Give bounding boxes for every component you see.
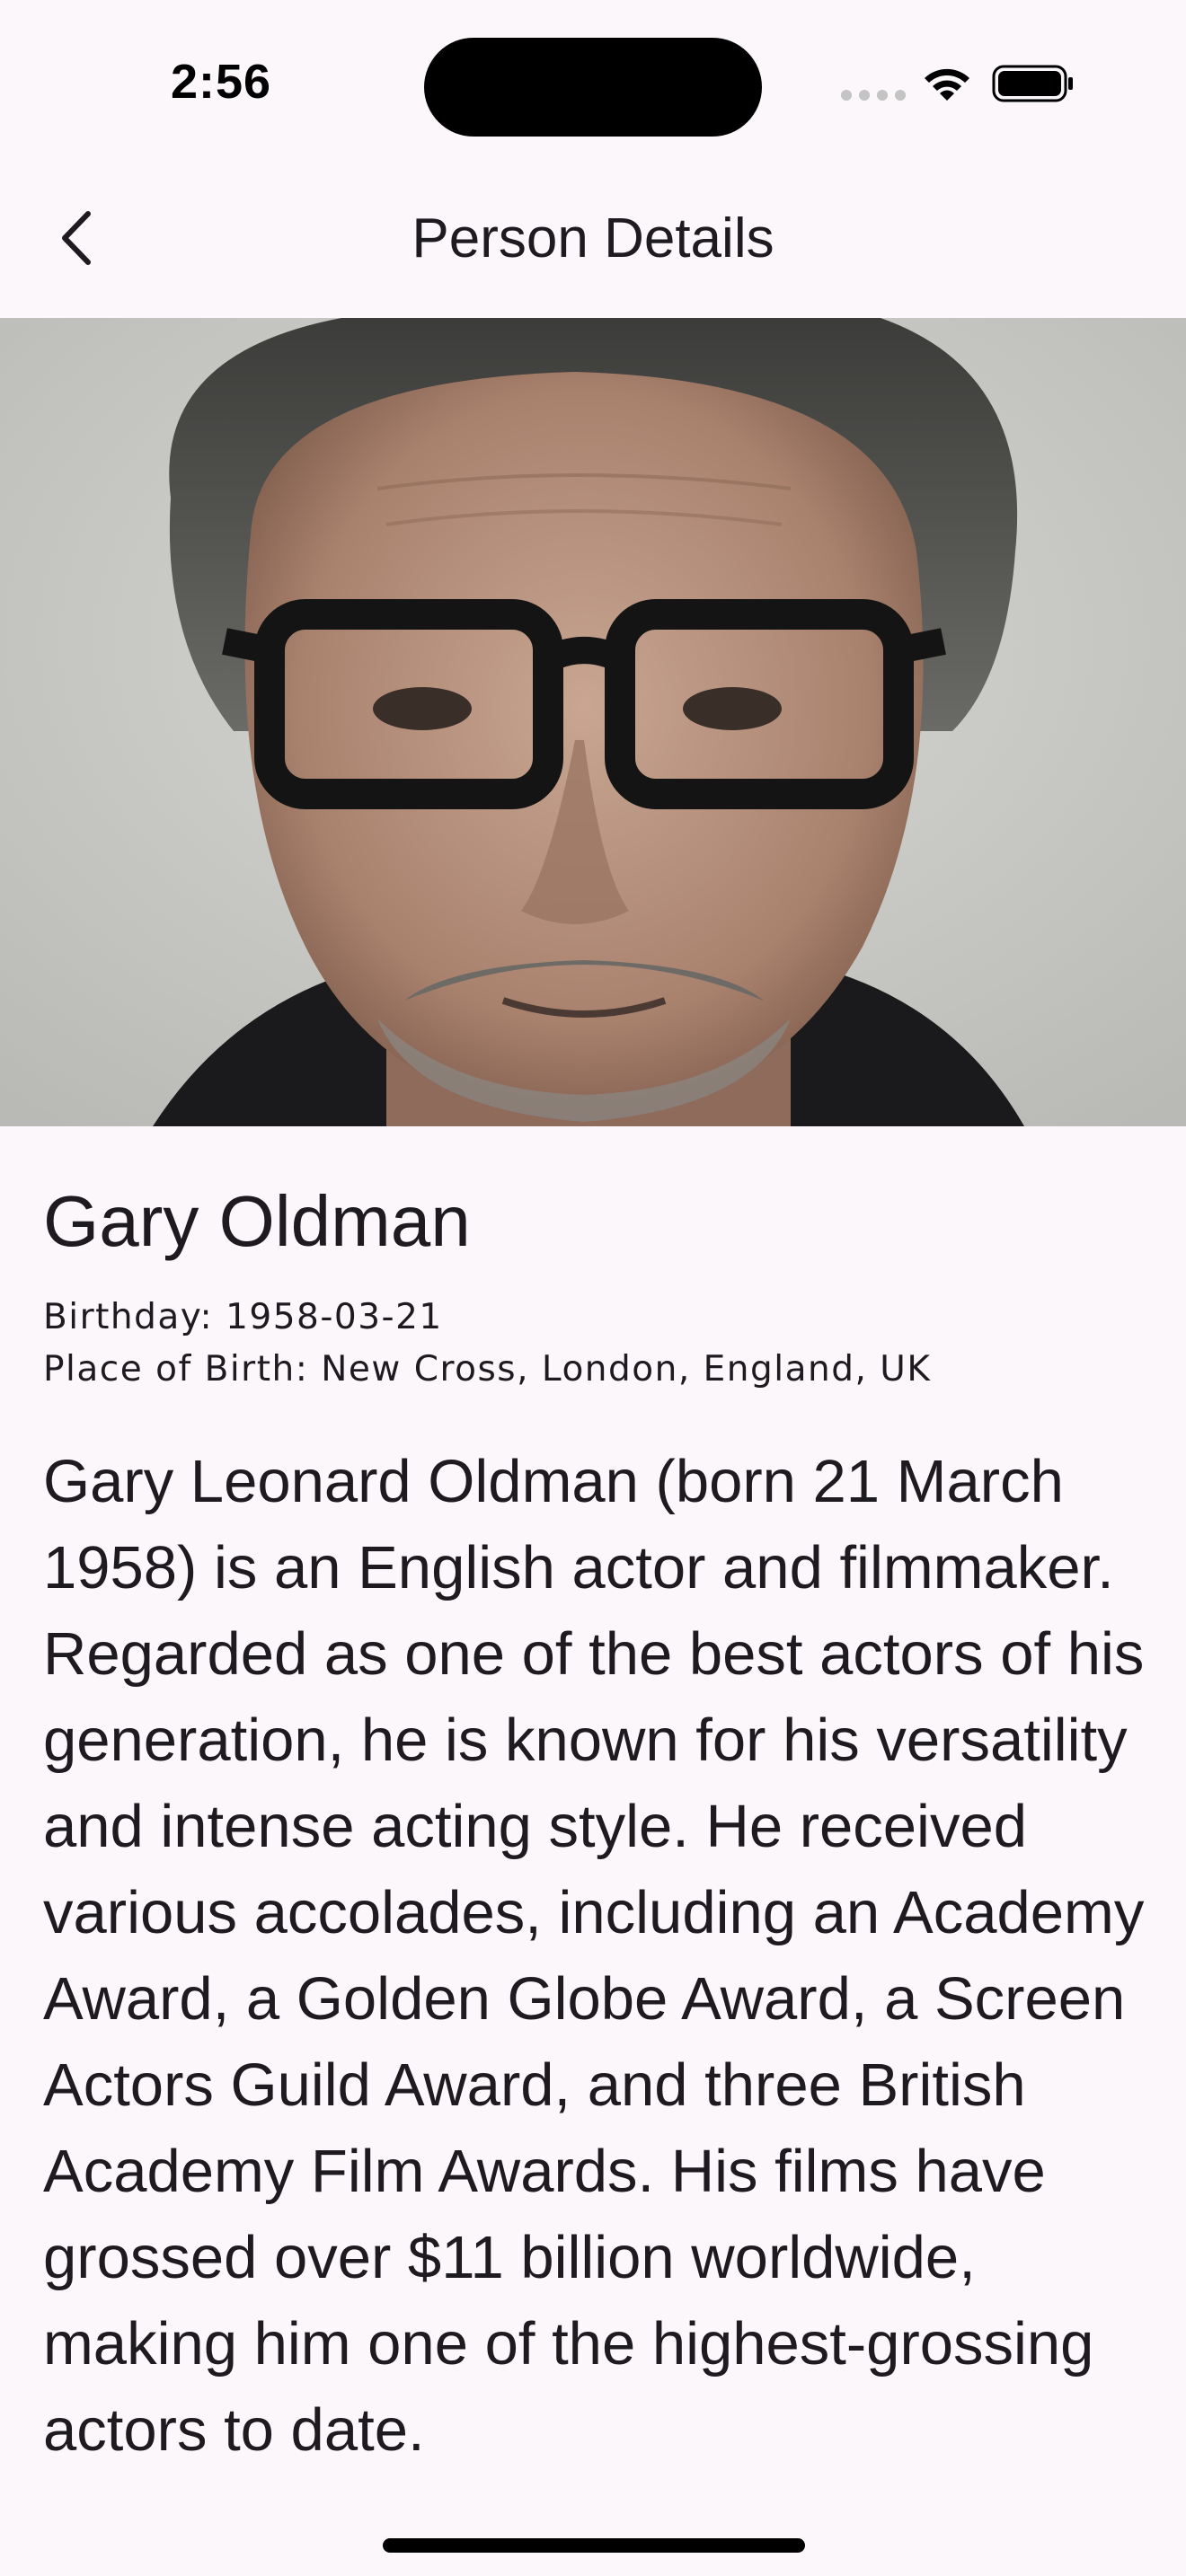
- person-meta: Birthday: 1958-03-21 Place of Birth: New…: [43, 1292, 1148, 1396]
- person-photo: [0, 318, 1186, 1126]
- status-bar: 2:56: [0, 0, 1186, 171]
- biography-text: Gary Leonard Oldman (born 21 March 1958)…: [43, 1448, 1145, 2464]
- person-name: Gary Oldman: [43, 1181, 471, 1261]
- birthday-text: Birthday: 1958-03-21: [43, 1297, 443, 1337]
- status-time: 2:56: [171, 55, 272, 109]
- cellular-signal-icon: [841, 90, 906, 101]
- dynamic-island: [424, 38, 762, 137]
- app-bar: Person Details: [0, 171, 1186, 318]
- battery-icon: [992, 65, 1073, 102]
- home-indicator[interactable]: [383, 2538, 805, 2553]
- place-of-birth-text: Place of Birth: New Cross, London, Engla…: [43, 1349, 932, 1389]
- wifi-icon: [925, 68, 969, 101]
- person-details: Gary Oldman Birthday: 1958-03-21 Place o…: [43, 1126, 1148, 2474]
- page-title: Person Details: [412, 207, 774, 269]
